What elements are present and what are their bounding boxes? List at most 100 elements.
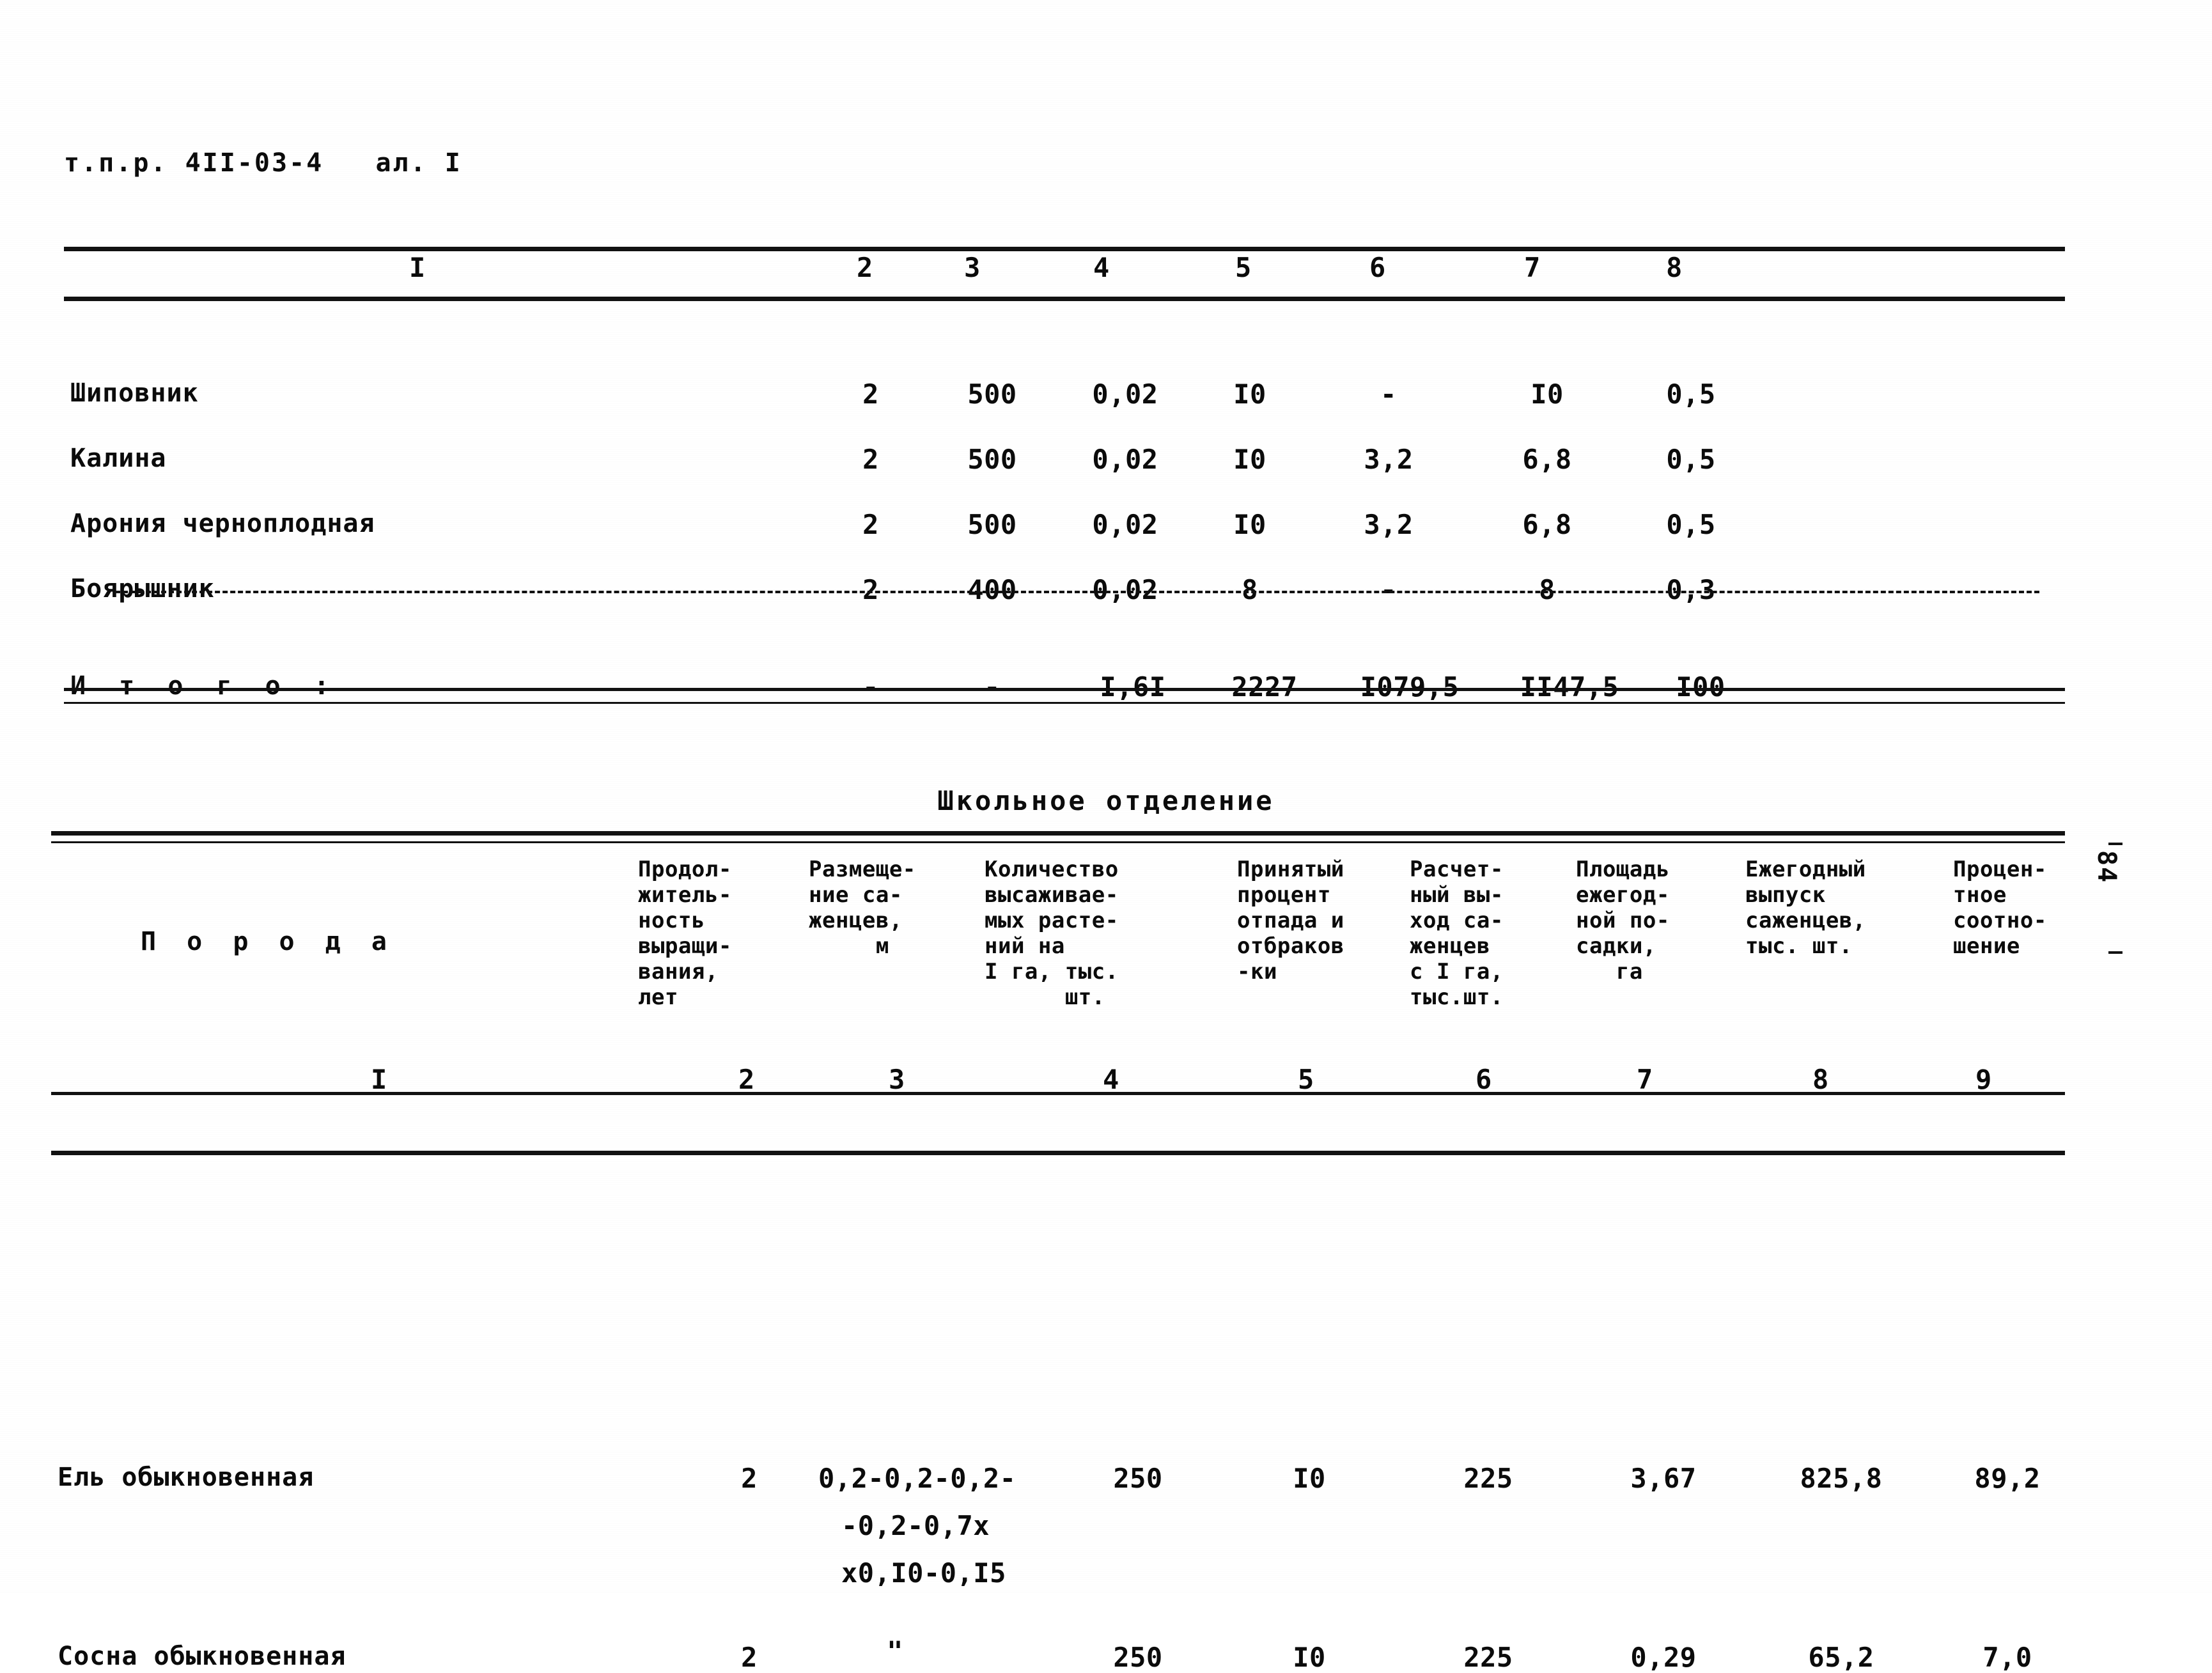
table2-cell-c8: 65,2 [1808, 1642, 1874, 1673]
table1-cell-c8: 0,5 [1666, 509, 1716, 540]
margin-dash-top [2108, 843, 2122, 845]
table2-cell-c4: 250 [1113, 1463, 1163, 1494]
table1-bottom-rule-1 [64, 688, 2065, 691]
table2-colnum-5: 5 [1298, 1064, 1314, 1095]
table2-colnum-8: 8 [1812, 1064, 1829, 1095]
table2-cell-c8: 825,8 [1800, 1463, 1883, 1494]
table1-colnum-7: 7 [1524, 252, 1541, 283]
table1-cell-c7: I0 [1530, 378, 1564, 410]
table2-header-row: П о р о д а Продол- житель- ность выращи… [51, 857, 2065, 1042]
section-title: Школьное отделение [937, 785, 1275, 816]
table2-cell-c3-ditto: " [887, 1635, 903, 1667]
table1-total-label: И т о г о : [70, 671, 338, 701]
table1-row-name: Боярышник [70, 574, 215, 603]
table2-colnum-3: 3 [889, 1064, 905, 1095]
table1-cell-c8: 0,3 [1666, 574, 1716, 605]
table1-column-number-row: I 2 3 4 5 6 7 8 [64, 247, 2065, 295]
table1-cell-c2: 2 [862, 509, 879, 540]
table1-total-c3: - [862, 671, 879, 703]
table1-header-rule [64, 297, 2065, 301]
table1-colnum-6: 6 [1369, 252, 1386, 283]
table2-cell-c4: 250 [1113, 1642, 1163, 1673]
table2-header-col5: Принятый процент отпада и отбраков -ки [1237, 857, 1344, 984]
table1-total-c5: I,6I [1100, 671, 1166, 703]
table2-header-col8: Ежегодный выпуск саженцев, тыс. шт. [1745, 857, 1866, 959]
table1-cell-c4: 0,02 [1092, 574, 1158, 605]
table1-cell-c3: 500 [967, 509, 1017, 540]
table2-header-col4: Количество высаживае- мых расте- ний на … [985, 857, 1119, 1010]
table1-total-c8: II47,5 [1520, 671, 1619, 703]
table2-colnum-9: 9 [1975, 1064, 1992, 1095]
table2-colnum-6: 6 [1476, 1064, 1492, 1095]
table1-bottom-rule-2 [64, 702, 2065, 704]
table2-cell-c3-line1: 0,2-0,2-0,2- [818, 1463, 1016, 1494]
table2-cell-c2: 2 [741, 1642, 758, 1673]
table1-cell-c4: 0,02 [1092, 444, 1158, 475]
table1-cell-c4: 0,02 [1092, 509, 1158, 540]
table1-cell-c7: 6,8 [1522, 509, 1572, 540]
table2-cell-c9: 7,0 [1982, 1642, 2032, 1673]
table2-cell-c2: 2 [741, 1463, 758, 1494]
table1-cell-c5: I0 [1233, 378, 1266, 410]
margin-dash-bottom [2108, 951, 2122, 954]
table2-top-rule-2 [51, 841, 2065, 843]
table1-colnum-4: 4 [1093, 252, 1110, 283]
table2-header-poroda: П о р о д а [141, 927, 394, 956]
table1-row-name: Шиповник [70, 378, 199, 408]
table2-colnum-4: 4 [1103, 1064, 1119, 1095]
margin-page-number: 84 [2092, 850, 2121, 884]
table1-colnum-3: 3 [964, 252, 981, 283]
table1-total-c6: 2227 [1231, 671, 1298, 703]
table2-header-col3: Размеще- ние са- женцев, м [809, 857, 916, 959]
table2-cell-c3-line3: х0,I0-0,I5 [841, 1557, 1006, 1589]
table1-colnum-2: 2 [857, 252, 873, 283]
table1-cell-c2: 2 [862, 574, 879, 605]
table1-cell-c5: I0 [1233, 444, 1266, 475]
table2-cell-c7: 0,29 [1630, 1642, 1697, 1673]
table2-cell-c5: I0 [1293, 1642, 1326, 1673]
table1-cell-c8: 0,5 [1666, 378, 1716, 410]
table2-header-col6: Расчет- ный вы- ход са- женцев с I га, т… [1410, 857, 1504, 1010]
document-code-line: т.п.р. 4II-03-4 ал. I [64, 148, 462, 178]
document-page: т.п.р. 4II-03-4 ал. I I 2 3 4 5 6 7 8 Ши… [0, 0, 2212, 1673]
table2-colnum-7: 7 [1637, 1064, 1653, 1095]
table2-header-col7: Площадь ежегод- ной по- садки, га [1576, 857, 1670, 984]
table1-cell-c7: 6,8 [1522, 444, 1572, 475]
table1-cell-c6: - [1380, 574, 1397, 605]
table1-colnum-1: I [409, 252, 426, 283]
table1-cell-c6: 3,2 [1364, 509, 1414, 540]
table2-cell-c6: 225 [1463, 1642, 1513, 1673]
table1-cell-c6: 3,2 [1364, 444, 1414, 475]
table2-row-name: Сосна обыкновенная [58, 1642, 347, 1671]
table-shrubs: I 2 3 4 5 6 7 8 Шиповник 2 500 0,02 I0 -… [64, 247, 2065, 704]
table1-cell-c5: I0 [1233, 509, 1266, 540]
table1-row-name: Арония черноплодная [70, 509, 375, 538]
table-school-division: П о р о д а Продол- житель- ность выращи… [51, 831, 2065, 1673]
table1-row-name: Калина [70, 444, 167, 473]
table2-cell-c5: I0 [1293, 1463, 1326, 1494]
table2-cell-c7: 3,67 [1630, 1463, 1697, 1494]
table2-row-name: Ель обыкновенная [58, 1463, 315, 1492]
table1-total-separator [115, 591, 2039, 593]
table1-cell-c3: 500 [967, 444, 1017, 475]
table1-cell-c8: 0,5 [1666, 444, 1716, 475]
table2-cell-c3-line2: -0,2-0,7х [841, 1510, 990, 1541]
table1-cell-c3: 500 [967, 378, 1017, 410]
table2-header-col9: Процен- тное соотно- шение [1953, 857, 2047, 959]
table1-total-c9: I00 [1676, 671, 1725, 703]
table1-colnum-5: 5 [1235, 252, 1252, 283]
table2-column-number-row: I 2 3 4 5 6 7 8 9 [51, 1059, 2065, 1106]
table1-cell-c2: 2 [862, 378, 879, 410]
table1-cell-c5: 8 [1242, 574, 1258, 605]
table2-body: Ель обыкновенная 2 0,2-0,2-0,2- -0,2-0,7… [51, 1106, 2065, 1673]
table1-cell-c6: - [1380, 378, 1397, 410]
table1-cell-c4: 0,02 [1092, 378, 1158, 410]
table2-colnum-1: I [371, 1064, 387, 1095]
table2-header-col2: Продол- житель- ность выращи- вания, лет [638, 857, 732, 1010]
table2-cell-c6: 225 [1463, 1463, 1513, 1494]
table1-total-c7: I079,5 [1360, 671, 1460, 703]
table1-total-c4: - [984, 671, 1001, 703]
table2-colnum-2: 2 [738, 1064, 755, 1095]
table1-cell-c2: 2 [862, 444, 879, 475]
table1-cell-c3: 400 [967, 574, 1017, 605]
